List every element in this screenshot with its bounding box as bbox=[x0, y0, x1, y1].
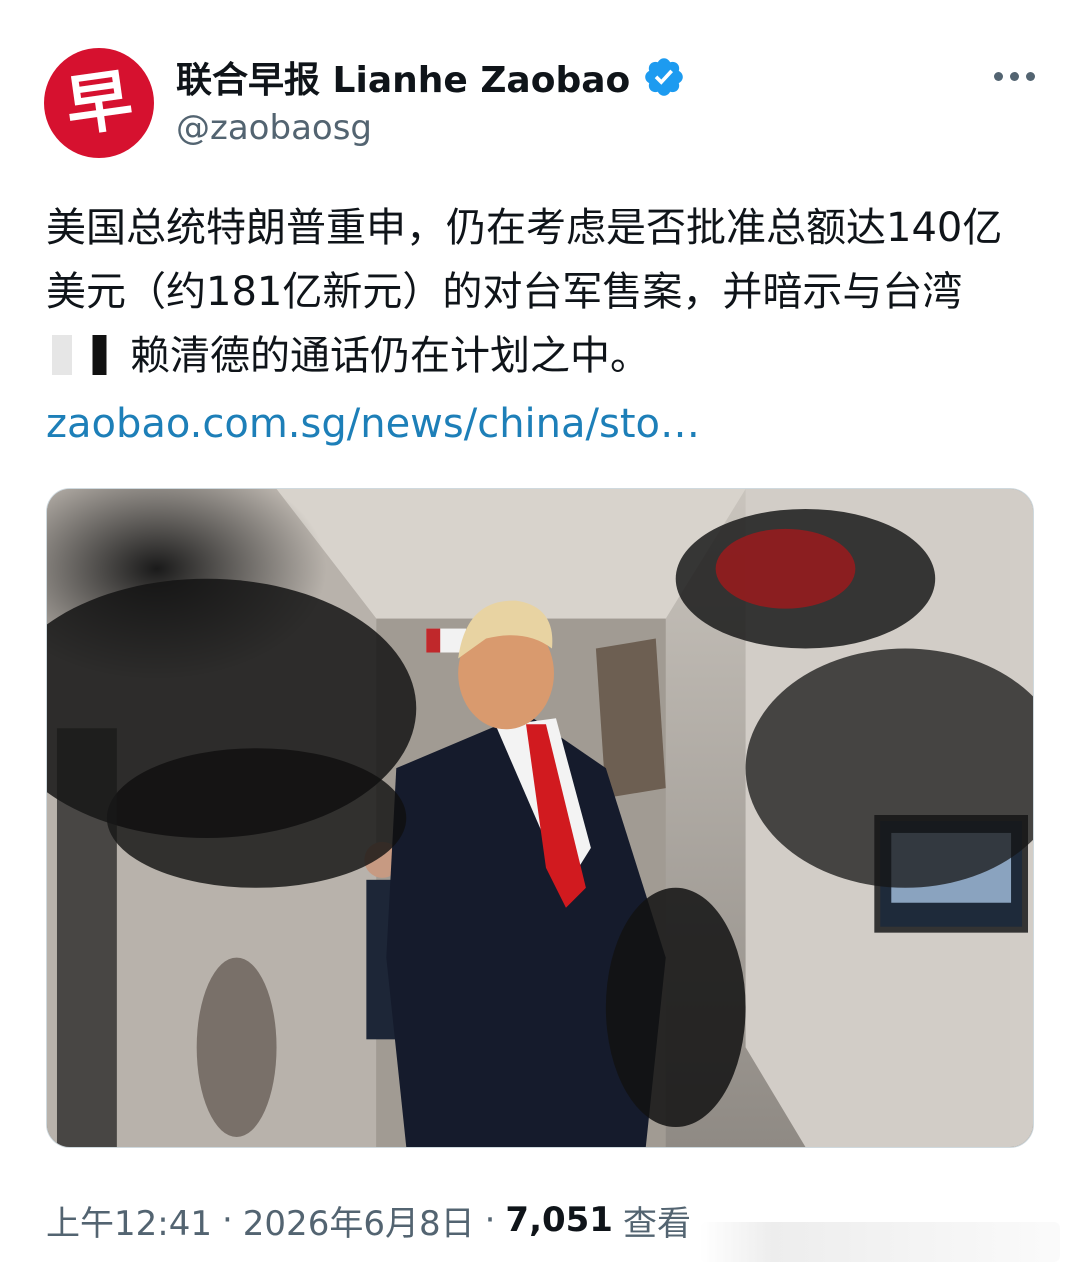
account-handle[interactable]: @zaobaosg bbox=[176, 108, 372, 148]
post-date[interactable]: 2026年6月8日 bbox=[243, 1196, 475, 1245]
watermark-overlay bbox=[700, 1222, 1060, 1262]
tweet-text-part-1: 美国总统特朗普重申，仍在考虑是否批准总额达140亿美元（约181亿新元）的对台军… bbox=[46, 205, 1003, 315]
article-link[interactable]: zaobao.com.sg/news/china/sto… bbox=[46, 392, 1036, 456]
tweet-header: 早 联合早报 Lianhe Zaobao @zaobaosg bbox=[0, 0, 1080, 170]
meta-separator: · bbox=[221, 1200, 233, 1240]
tweet-meta: 上午12:41 · 2026年6月8日 · 7,051 查看 bbox=[46, 1192, 691, 1248]
views-label: 查看 bbox=[622, 1203, 691, 1244]
tweet-text-part-2: 赖清德的通话仍在计划之中。 bbox=[130, 333, 650, 379]
meta-separator: · bbox=[484, 1200, 496, 1240]
more-horizontal-icon[interactable] bbox=[984, 58, 1044, 94]
display-name-row[interactable]: 联合早报 Lianhe Zaobao bbox=[176, 51, 686, 103]
display-name[interactable]: 联合早报 Lianhe Zaobao bbox=[176, 51, 630, 103]
post-time[interactable]: 上午12:41 bbox=[46, 1196, 212, 1245]
redaction-mosaic bbox=[52, 335, 124, 375]
views-count: 7,051 bbox=[505, 1200, 613, 1240]
account-avatar[interactable]: 早 bbox=[44, 48, 154, 158]
tweet-photo[interactable] bbox=[46, 488, 1034, 1148]
tweet-text: 美国总统特朗普重申，仍在考虑是否批准总额达140亿美元（约181亿新元）的对台军… bbox=[46, 196, 1036, 388]
photo-illustration bbox=[47, 489, 1033, 1147]
verified-badge-icon bbox=[645, 58, 684, 96]
avatar-glyph: 早 bbox=[60, 59, 138, 147]
